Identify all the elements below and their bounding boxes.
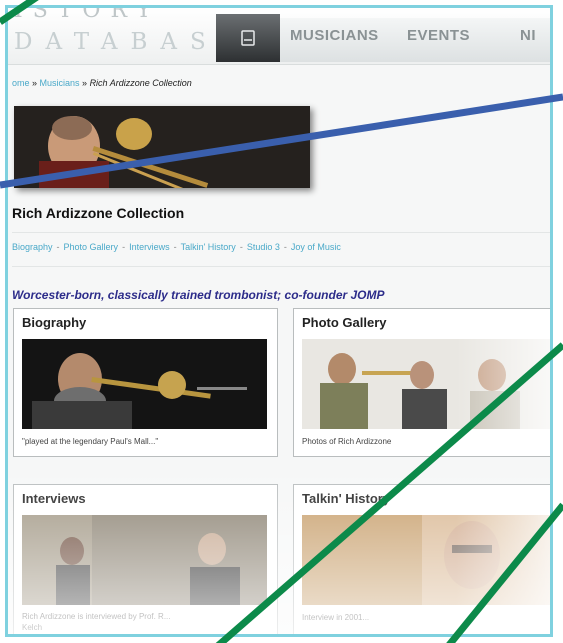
subnav-joy-of-music[interactable]: Joy of Music: [291, 242, 341, 252]
interviews-card-caption: Rich Ardizzone is interviewed by Prof. R…: [22, 612, 171, 621]
biography-card-image[interactable]: [22, 339, 267, 429]
subnav-separator: -: [283, 242, 287, 252]
biography-card-title[interactable]: Biography: [22, 315, 86, 330]
collection-subnav: Biography - Photo Gallery - Interviews - Talki…: [12, 242, 341, 252]
interviews-card-image[interactable]: [22, 515, 267, 605]
trombone-photo: [22, 339, 267, 429]
home-tab[interactable]: [216, 14, 280, 62]
biography-card-caption: "played at the legendary Paul's Mall...": [22, 437, 159, 446]
breadcrumb-musicians-link[interactable]: Musicians: [40, 78, 80, 88]
subnav-interviews[interactable]: Interviews: [129, 242, 170, 252]
subnav-separator: -: [239, 242, 243, 252]
divider: [12, 266, 550, 267]
home-icon: [241, 30, 255, 46]
subnav-talkin-history[interactable]: Talkin' History: [181, 242, 236, 252]
site-logo[interactable]: DATABASE: [14, 29, 249, 55]
divider: [12, 232, 550, 233]
site-logo-top[interactable]: ISTORY: [14, 8, 161, 23]
band-photo: [302, 339, 550, 429]
collection-tagline: Worcester-born, classically trained trom…: [12, 288, 385, 302]
breadcrumb-current: Rich Ardizzone Collection: [89, 78, 192, 88]
nav-events[interactable]: EVENTS: [407, 27, 470, 44]
subnav-separator: -: [173, 242, 177, 252]
breadcrumb-home-link[interactable]: ome: [12, 78, 30, 88]
nav-next[interactable]: NI: [520, 27, 536, 44]
photo-gallery-card[interactable]: Photo Gallery Photos of Rich Ardizzone: [293, 308, 550, 457]
breadcrumb: ome » Musicians » Rich Ardizzone Collect…: [12, 78, 192, 88]
subnav-studio-3[interactable]: Studio 3: [247, 242, 280, 252]
subnav-photo-gallery[interactable]: Photo Gallery: [64, 242, 119, 252]
interviews-card-title[interactable]: Interviews: [22, 491, 86, 506]
talkin-history-card-caption: Interview in 2001...: [302, 613, 370, 622]
page-title: Rich Ardizzone Collection: [12, 205, 185, 221]
photo-gallery-card-image[interactable]: [302, 339, 550, 429]
main-nav: MUSICIANS EVENTS NI: [280, 18, 550, 62]
subnav-separator: -: [56, 242, 60, 252]
nav-musicians[interactable]: MUSICIANS: [290, 27, 379, 44]
breadcrumb-separator: »: [29, 78, 40, 88]
interviews-card-caption-2: Kelch: [22, 623, 43, 632]
talkin-history-card-image[interactable]: [302, 515, 550, 605]
trombonist-photo: [14, 106, 310, 188]
photo-gallery-card-caption: Photos of Rich Ardizzone: [302, 437, 392, 446]
talkin-history-card-title[interactable]: Talkin' History: [302, 491, 390, 506]
subnav-biography[interactable]: Biography: [12, 242, 53, 252]
site-header: ISTORY DATABASE MUSICIANS EVENTS NI: [8, 8, 550, 65]
hero-image: [14, 106, 310, 188]
talkin-history-card[interactable]: Talkin' History Interview in 2001...: [293, 484, 550, 634]
page-frame: ISTORY DATABASE MUSICIANS EVENTS NI ome …: [5, 5, 553, 637]
interviews-card[interactable]: Interviews Rich Ardizzone is interviewed…: [13, 484, 278, 634]
photo-gallery-card-title[interactable]: Photo Gallery: [302, 315, 387, 330]
breadcrumb-separator: »: [79, 78, 90, 88]
biography-card[interactable]: Biography "played at the legendary Paul'…: [13, 308, 278, 457]
talkin-history-photo: [302, 515, 550, 605]
interview-photo: [22, 515, 267, 605]
subnav-separator: -: [122, 242, 126, 252]
